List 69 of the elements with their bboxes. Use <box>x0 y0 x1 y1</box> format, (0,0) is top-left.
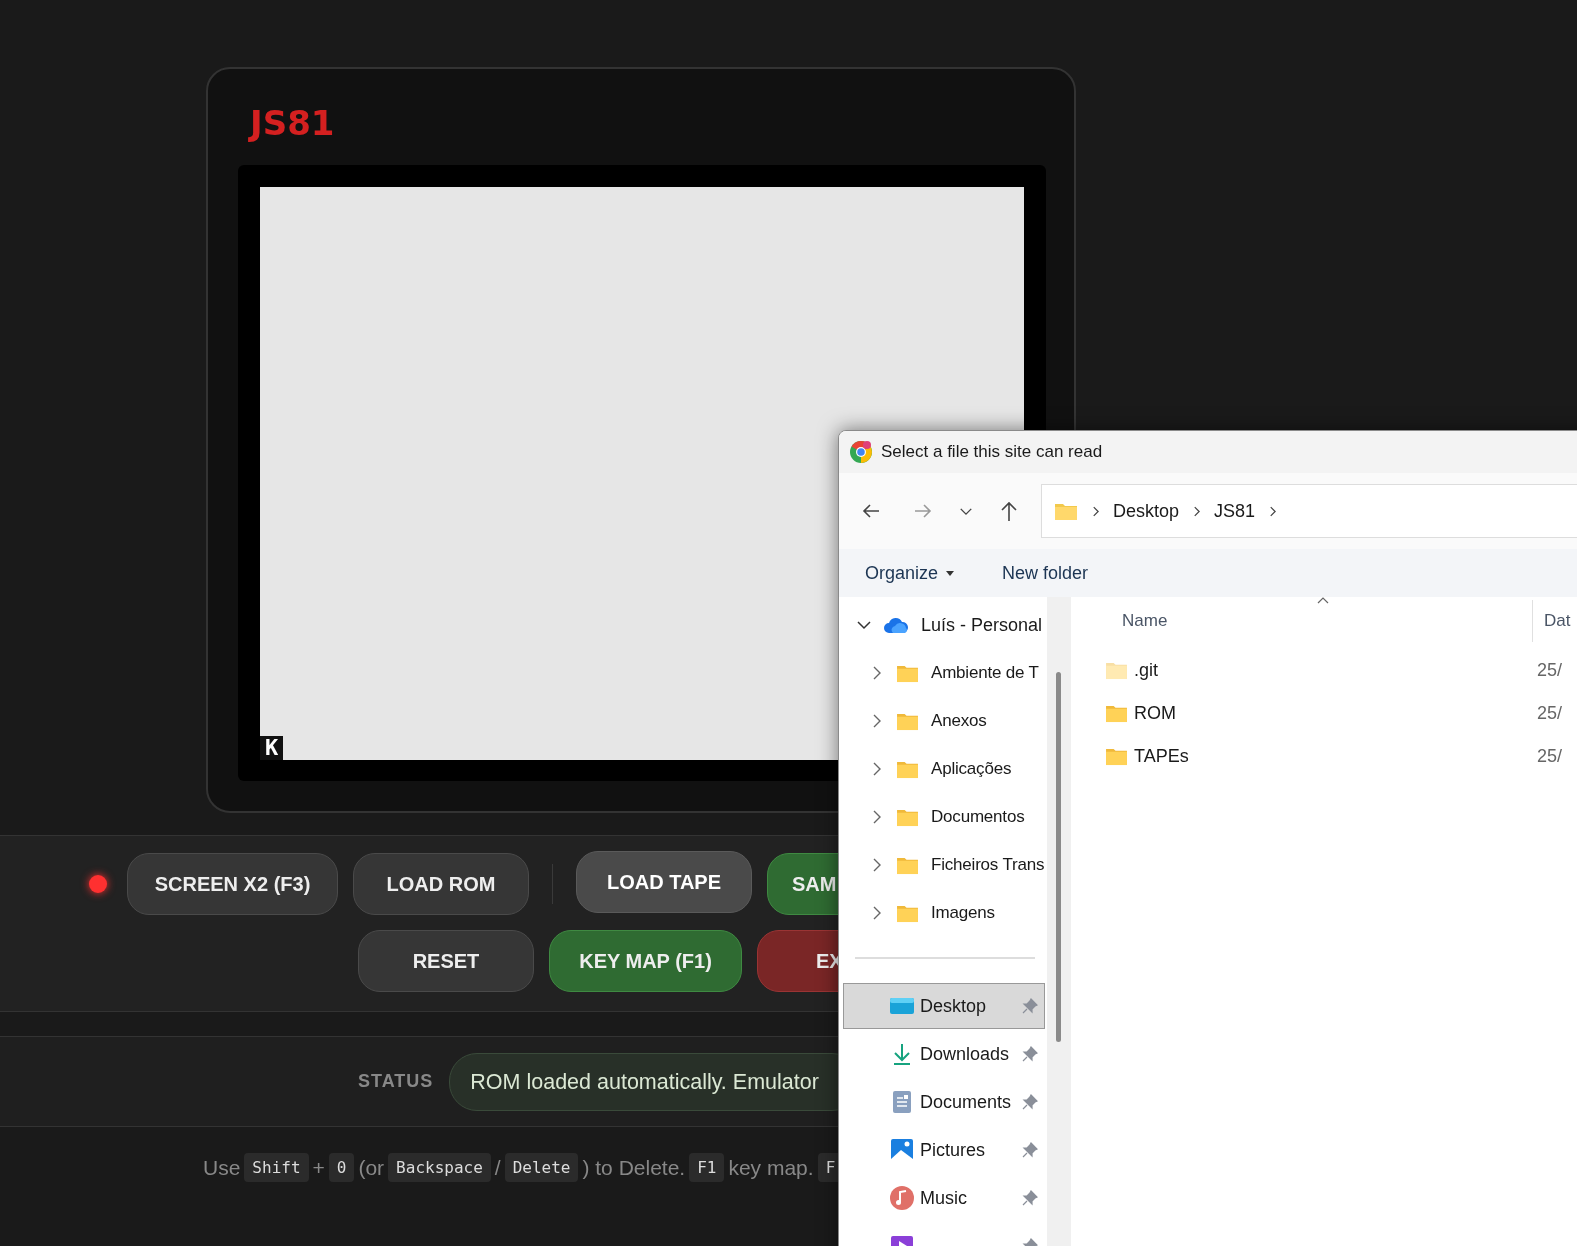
control-button[interactable]: RESET <box>358 930 534 992</box>
command-button[interactable]: New folder <box>992 558 1099 588</box>
key-label: Backspace <box>388 1153 491 1182</box>
tree-item[interactable]: Aplicações <box>839 745 1047 793</box>
browser-icon <box>849 440 873 464</box>
chevron-down-icon[interactable] <box>959 506 973 516</box>
file-date: 25/ <box>1537 703 1563 724</box>
desktop-icon <box>890 996 914 1016</box>
folder-icon <box>1054 501 1078 521</box>
file-date: 25/ <box>1537 746 1563 767</box>
cursor-glyph: K <box>260 736 283 760</box>
key-label: Shift <box>244 1153 309 1182</box>
folder-icon <box>896 855 919 875</box>
music-icon <box>890 1186 914 1210</box>
tree-item[interactable]: Luís - Personal <box>839 601 1047 649</box>
command-button[interactable]: Organize <box>855 558 965 588</box>
status-label: STATUS <box>358 1071 434 1092</box>
folder-icon <box>896 759 919 779</box>
help-text: (or <box>358 1155 385 1180</box>
dialog-title: Select a file this site can read <box>881 442 1103 462</box>
pin-icon[interactable] <box>1022 1142 1038 1158</box>
file-date: 25/ <box>1537 660 1563 681</box>
sort-caret-icon[interactable] <box>1317 597 1329 604</box>
breadcrumb[interactable]: Desktop <box>1113 500 1180 522</box>
up-arrow-icon[interactable] <box>999 500 1019 522</box>
folder-icon <box>896 663 919 683</box>
quick-access-item[interactable]: Pictures <box>843 1127 1045 1173</box>
chevron-right-icon <box>1193 505 1201 517</box>
scrollbar-thumb[interactable] <box>1056 672 1061 1042</box>
tree-item[interactable]: Imagens <box>839 889 1047 937</box>
column-header[interactable]: Name <box>1122 611 1532 631</box>
tree-item[interactable]: Documentos <box>839 793 1047 841</box>
control-button[interactable]: LOAD ROM <box>353 853 529 915</box>
pin-icon[interactable] <box>1022 1094 1038 1110</box>
key-label: 0 <box>328 1153 355 1182</box>
tree-item[interactable]: Ficheiros Trans <box>839 841 1047 889</box>
folder-icon <box>896 807 919 827</box>
pin-icon[interactable] <box>1022 1190 1038 1206</box>
file-name[interactable]: .git <box>1134 660 1537 681</box>
address-bar[interactable]: Desktop JS81 <box>1041 484 1577 538</box>
column-header[interactable]: Dat <box>1532 600 1571 642</box>
chevron-right-icon <box>1269 505 1277 517</box>
help-text: / <box>494 1155 501 1180</box>
control-button[interactable]: LOAD TAPE <box>576 851 752 913</box>
pin-icon[interactable] <box>1022 1046 1038 1062</box>
document-icon <box>890 1090 914 1114</box>
help-text: Use <box>203 1155 241 1180</box>
chevron-right-icon <box>1092 505 1099 517</box>
file-name[interactable]: TAPEs <box>1134 746 1537 767</box>
help-text: key map. <box>728 1155 814 1180</box>
quick-access-item[interactable]: Desktop <box>843 983 1045 1029</box>
tree-item[interactable]: Ambiente de T <box>839 649 1047 697</box>
folder-icon <box>896 903 919 923</box>
key-label: Delete <box>504 1153 579 1182</box>
quick-access-item[interactable]: Music <box>843 1175 1045 1221</box>
caret-icon <box>946 570 955 576</box>
image-icon <box>890 1138 914 1162</box>
breadcrumb[interactable]: JS81 <box>1214 500 1256 522</box>
file-name[interactable]: ROM <box>1134 703 1537 724</box>
chevron-down-icon[interactable] <box>857 618 871 632</box>
control-button[interactable]: SCREEN X2 (F3) <box>127 853 338 915</box>
app-title: JS81 <box>250 103 336 145</box>
help-text: ) to Delete. <box>582 1155 686 1180</box>
control-button[interactable]: KEY MAP (F1) <box>549 930 742 992</box>
folder-icon <box>896 711 919 731</box>
help-text: + <box>312 1155 325 1180</box>
cloud-icon <box>883 617 909 633</box>
key-label: F1 <box>689 1153 725 1182</box>
tree-item[interactable]: Anexos <box>839 697 1047 745</box>
